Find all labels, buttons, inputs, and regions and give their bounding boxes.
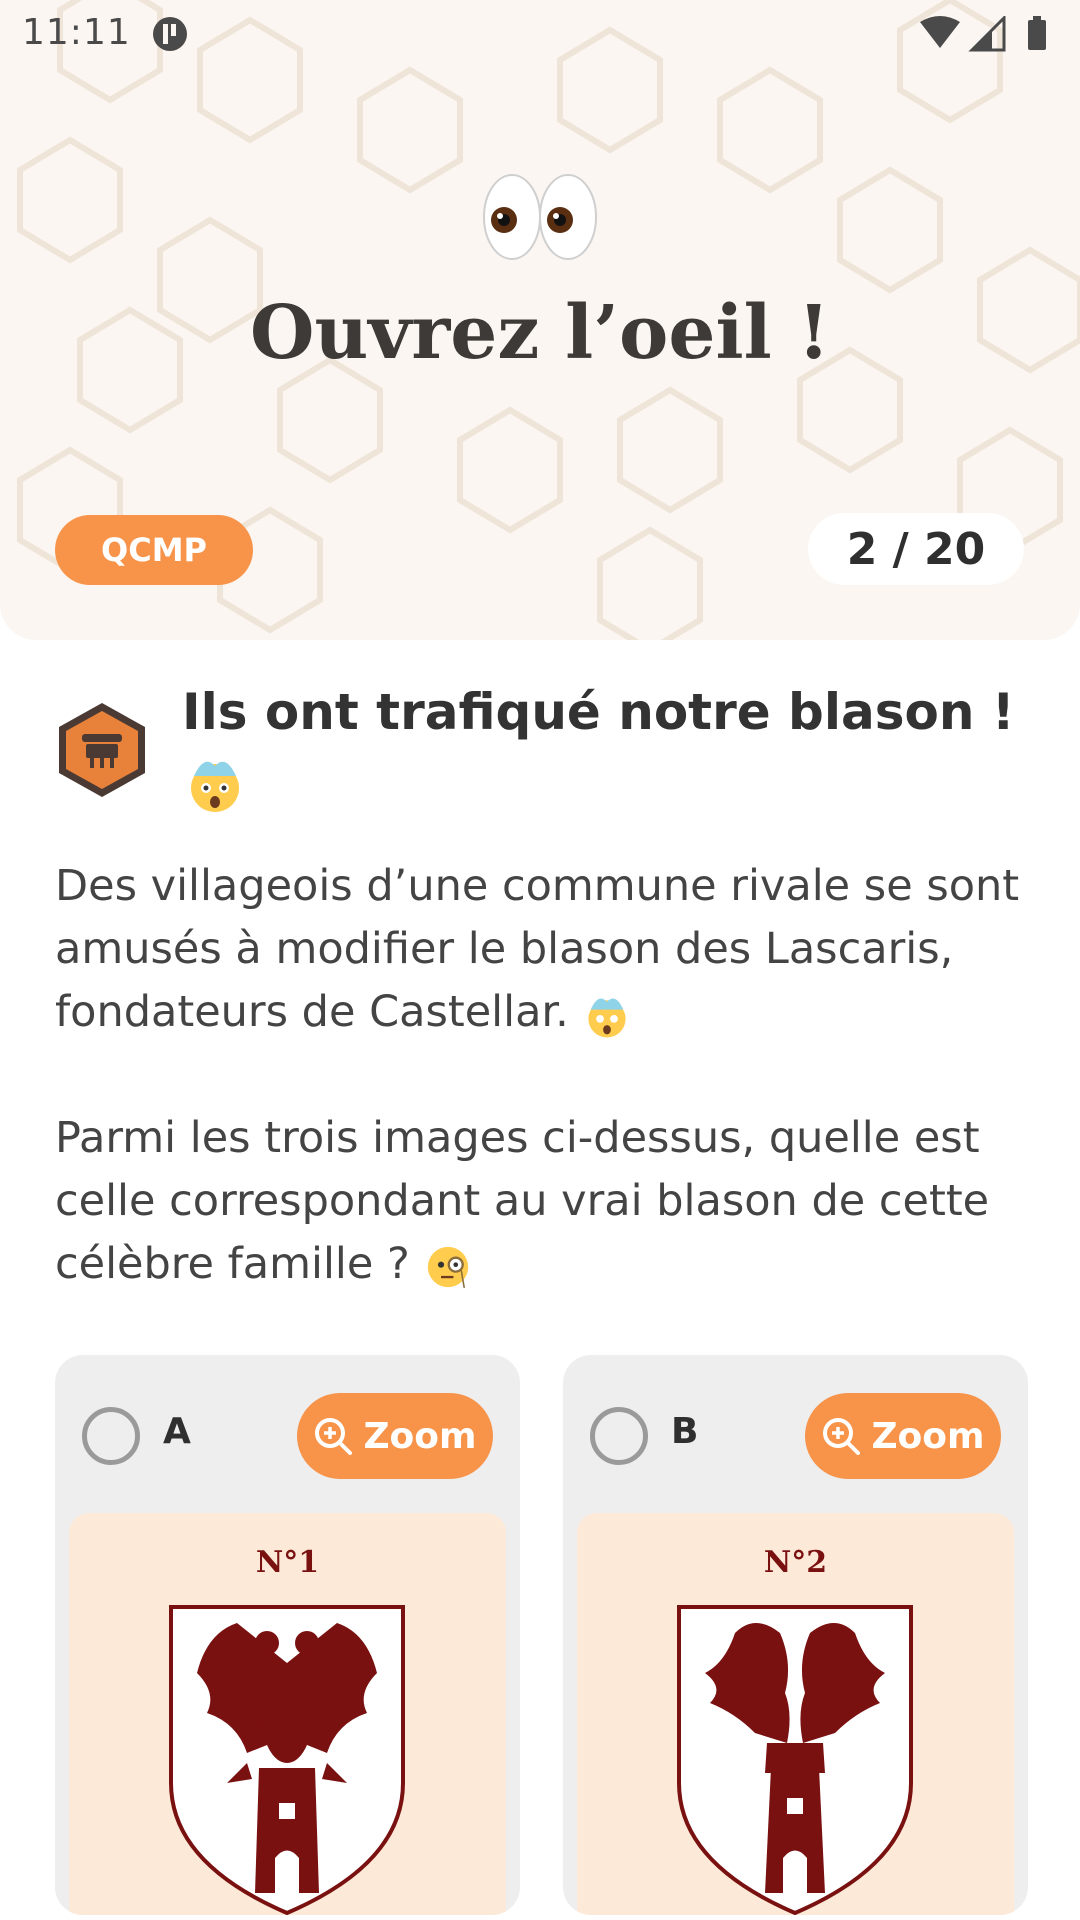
option-a-letter: A [163, 1411, 191, 1452]
hero-header: 11:11 Ouvrez l’oeil ! QCMP 2 / 20 [0, 0, 1080, 640]
history-category-icon [59, 703, 145, 797]
question-description: Des villageois d’une commune rivale se s… [55, 855, 1045, 1296]
status-bar: 11:11 [0, 0, 1080, 70]
monocle-face-emoji-icon [427, 1246, 468, 1288]
crest-label: N°2 [763, 1545, 828, 1580]
exploding-head-emoji-icon [191, 761, 239, 812]
wifi-icon [920, 16, 960, 48]
eagle-tower-crest-icon [169, 1605, 405, 1915]
question-type-badge: QCMP [55, 515, 253, 585]
zoom-label: Zoom [363, 1415, 477, 1457]
crest-label: N°1 [255, 1545, 320, 1580]
option-a-zoom-button[interactable]: Zoom [297, 1393, 493, 1479]
question-title: Ils ont trafiqué notre blason ! [182, 683, 1015, 741]
zoom-in-icon [315, 1418, 353, 1455]
status-time: 11:11 [22, 12, 131, 53]
option-a-image: N°1 [69, 1513, 506, 1915]
question-paragraph-2: Parmi les trois images ci-dessus, quelle… [55, 1113, 990, 1289]
option-b-radio[interactable] [590, 1407, 648, 1465]
exploding-head-emoji-icon [587, 998, 626, 1037]
option-a-radio[interactable] [82, 1407, 140, 1465]
answer-option-a[interactable]: A Zoom N°1 [55, 1355, 520, 1915]
option-b-zoom-button[interactable]: Zoom [805, 1393, 1001, 1479]
app-notification-icon [153, 17, 187, 51]
question-progress: 2 / 20 [808, 513, 1024, 585]
answer-option-b[interactable]: B Zoom N°2 [563, 1355, 1028, 1915]
zoom-in-icon [823, 1418, 861, 1455]
hero-title: Ouvrez l’oeil ! [250, 290, 830, 376]
eyes-emoji-icon [483, 174, 597, 260]
question-paragraph-1: Des villageois d’une commune rivale se s… [55, 861, 1020, 1037]
status-icons [920, 16, 1046, 52]
option-b-letter: B [671, 1411, 699, 1452]
zoom-label: Zoom [871, 1415, 985, 1457]
lions-tower-crest-icon [677, 1605, 913, 1915]
option-b-image: N°2 [577, 1513, 1014, 1915]
signal-icon [968, 16, 1006, 52]
battery-icon [1028, 16, 1046, 50]
